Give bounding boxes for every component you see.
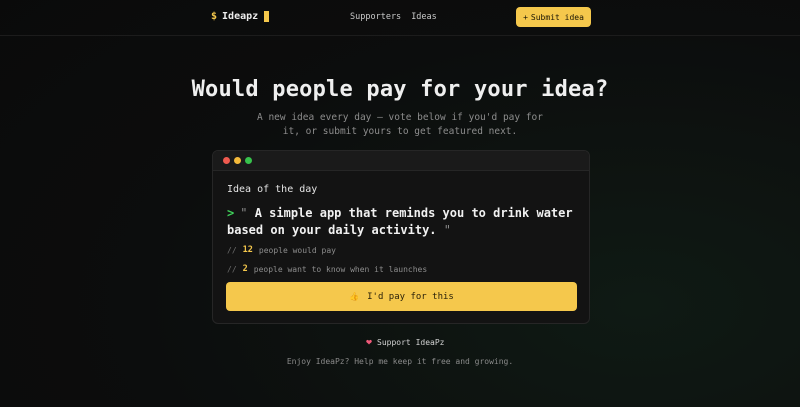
page-title: Would people pay for your idea? [191,77,609,102]
nav-supporters[interactable]: Supporters [350,12,401,22]
idea-of-day-label: Idea of the day [227,184,318,195]
notify-count: 2 [242,264,248,274]
comment-slashes: // [227,264,237,274]
comment-slashes: // [227,245,237,255]
pay-button[interactable]: 👍 I'd pay for this [226,282,577,311]
quote-close: " [443,223,451,237]
main-nav: Supporters Ideas [350,12,437,22]
quote-open: " [240,206,248,220]
heart-icon: ❤ [366,337,373,348]
close-dot-icon [223,157,230,164]
pay-count-stat: // 12 people would pay [227,245,336,255]
thumbs-up-icon: 👍 [349,292,360,301]
support-text: Enjoy IdeaPz? Help me keep it free and g… [286,357,514,366]
prompt-icon: > [227,206,235,220]
idea-card: Idea of the day > " A simple app that rem… [212,150,590,324]
window-titlebar [213,151,589,171]
page-subtitle: A new idea every day — vote below if you… [257,112,543,137]
minimize-dot-icon [234,157,241,164]
pay-button-label: I'd pay for this [367,291,454,302]
idea-quote: > " A simple app that reminds you to drin… [227,205,577,239]
maximize-dot-icon [245,157,252,164]
plus-icon: + [523,12,528,22]
cursor-block-icon [264,11,270,22]
nav-ideas[interactable]: Ideas [411,12,437,22]
logo[interactable]: $ Ideapz [211,11,270,22]
dollar-icon: $ [211,11,218,22]
top-navbar: $ Ideapz Supporters Ideas + Submit idea [0,0,800,36]
notify-count-stat: // 2 people want to know when it launche… [227,264,427,274]
support-link[interactable]: ❤ Support IdeaPz [366,337,444,348]
idea-text: A simple app that reminds you to drink w… [227,206,573,237]
logo-text: Ideapz [222,11,259,22]
pay-count-label: people would pay [258,245,336,255]
submit-idea-button[interactable]: + Submit idea [516,7,591,27]
notify-count-label: people want to know when it launches [253,264,428,274]
pay-count: 12 [242,245,253,255]
submit-idea-label: Submit idea [530,12,584,22]
support-label: Support IdeaPz [377,338,445,347]
